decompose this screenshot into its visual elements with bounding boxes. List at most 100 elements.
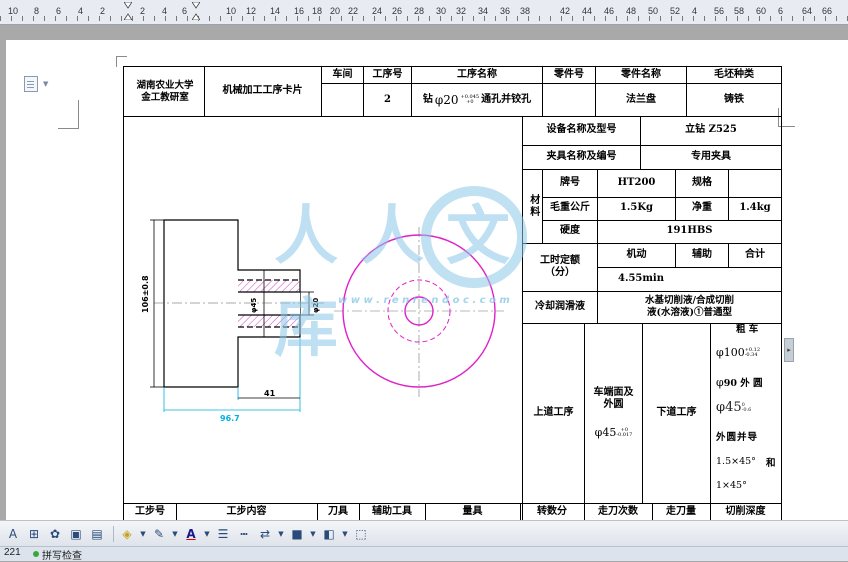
fill-color-icon[interactable]: ◈: [118, 525, 136, 543]
grid-line: [317, 503, 318, 520]
ruler-tick: [352, 16, 353, 21]
ruler-label: 14: [270, 6, 281, 16]
ruler-tick: [616, 16, 617, 21]
footer-header-cell: 走刀次数: [598, 505, 638, 517]
process-steps-header-row: 工步号 工步内容 刀具 辅助工具 量具 转数分 走刀次数 走刀量 切削深度: [124, 503, 781, 520]
ruler-label: 2: [140, 6, 146, 16]
shadow-icon[interactable]: ■: [288, 525, 306, 543]
fixture-label: 夹具名称及编号: [546, 150, 617, 162]
ruler-tick: [297, 16, 298, 21]
ruler-tick: [759, 16, 760, 21]
ruler-tick: [693, 16, 694, 21]
equipment-label: 设备名称及型号: [546, 124, 617, 136]
spell-check-icon[interactable]: [33, 551, 39, 557]
ruler-label: 26: [392, 6, 403, 16]
ruler-label: 24: [372, 6, 383, 16]
hardness-label: 硬度: [560, 225, 580, 237]
dash-style-icon[interactable]: ┅: [235, 525, 253, 543]
front-view: [334, 227, 504, 397]
ruler-tick: [473, 16, 474, 21]
op-no-value: 2: [384, 93, 391, 105]
ruler-tick: [77, 16, 78, 21]
drawing-toolbar: A ⊞ ✿ ▣ ▤ ◈ ▼ ✎ ▼ A ▼ ☰ ┅ ⇄ ▼ ■ ▼ ◧ ▼ ⬚: [0, 520, 848, 546]
grid-line: [425, 503, 426, 520]
grid-line: [584, 503, 585, 520]
header-op-no: 工序号: [372, 68, 403, 80]
time-aux-label: 辅助: [692, 248, 712, 260]
material-label: 材料: [527, 194, 539, 218]
ruler-label: 64: [802, 6, 813, 16]
ruler-tick: [506, 16, 507, 21]
ruler-tick: [539, 16, 540, 21]
dropdown-caret-icon[interactable]: ▼: [203, 525, 211, 543]
page-number[interactable]: 221: [4, 547, 21, 558]
ruler-label: 4: [78, 6, 84, 16]
footer-header-cell: 量具: [462, 505, 483, 517]
ruler-label: 44: [582, 6, 593, 16]
diagram-icon[interactable]: ⊞: [25, 525, 43, 543]
ruler-tick: [121, 16, 122, 21]
process-card: 湖南农业大学 金工教研室 机械加工工序卡片 车间 工序号 工序名称 零件号 零件…: [123, 66, 782, 520]
indent-marker-icon[interactable]: [123, 1, 133, 21]
horizontal-ruler[interactable]: 10 8 6 4 2 2 4 6 10 12 14 16 18 20 22 24 26 28 30 32 34 36 38 4…: [0, 0, 848, 25]
line-style-icon[interactable]: ☰: [214, 525, 232, 543]
workspace-gap: [0, 25, 848, 40]
wordart-icon[interactable]: A: [4, 525, 22, 543]
ruler-label: 4: [162, 6, 168, 16]
coolant-value: 水基切削液/合成切削 液(水溶液)①普通型: [645, 295, 734, 318]
document-page[interactable]: ▼ 湖南农业大学 金工教研室 机械加工工序卡片 车间 工序号 工序名称 零件号 …: [6, 40, 848, 520]
dropdown-caret-icon[interactable]: ▼: [277, 525, 285, 543]
arrow-style-icon[interactable]: ⇄: [256, 525, 274, 543]
clipart-icon[interactable]: ✿: [46, 525, 64, 543]
ruler-tick: [385, 16, 386, 21]
expand-arrow-icon[interactable]: ▸: [784, 338, 794, 362]
time-quota-label: 工时定额 （分）: [540, 254, 580, 279]
chevron-down-icon[interactable]: ▼: [43, 80, 48, 88]
ruler-label: 20: [330, 6, 341, 16]
op-name-value: 钻 φ 20 +0.045 +0 通孔并铰孔: [422, 92, 532, 107]
ruler-tick: [264, 16, 265, 21]
ruler-tick: [176, 16, 177, 21]
ruler-tick: [275, 16, 276, 21]
crop-mark-left: [58, 100, 79, 129]
ruler-tick: [220, 16, 221, 21]
ruler-tick: [671, 16, 672, 21]
ruler-label: 6: [56, 6, 62, 16]
ruler-tick: [748, 16, 749, 21]
tab-marker-icon[interactable]: [191, 1, 201, 21]
line-color-icon[interactable]: ✎: [150, 525, 168, 543]
document-icon[interactable]: [24, 76, 38, 92]
ruler-tick: [605, 16, 606, 21]
grid-line: [359, 503, 360, 520]
ruler-tick: [418, 16, 419, 21]
header-op-name: 工序名称: [457, 68, 497, 80]
ruler-tick: [803, 16, 804, 21]
ruler-tick: [374, 16, 375, 21]
3d-style-icon[interactable]: ◧: [320, 525, 338, 543]
ruler-tick: [792, 16, 793, 21]
time-machine-label: 机动: [626, 248, 647, 260]
dropdown-caret-icon[interactable]: ▼: [171, 525, 179, 543]
font-color-icon[interactable]: A: [182, 525, 200, 543]
grid-line: [176, 503, 177, 520]
ruler-tick: [165, 16, 166, 21]
time-machine-value: 4.55min: [618, 273, 665, 285]
insert-table-icon[interactable]: ▤: [88, 525, 106, 543]
dropdown-caret-icon[interactable]: ▼: [139, 525, 147, 543]
dropdown-caret-icon[interactable]: ▼: [341, 525, 349, 543]
ruler-label: 34: [478, 6, 489, 16]
ruler-tick: [484, 16, 485, 21]
blank-type-value: 铸铁: [724, 93, 744, 105]
header-part-no: 零件号: [554, 68, 584, 80]
header-workshop: 车间: [332, 68, 353, 80]
ruler-label: 38: [520, 6, 531, 16]
dropdown-caret-icon[interactable]: ▼: [309, 525, 317, 543]
footer-header-cell: 转数分: [537, 505, 567, 517]
ruler-label: 18: [312, 6, 323, 16]
next-operation-label: 下道工序: [656, 406, 697, 418]
picture-icon[interactable]: ▣: [67, 525, 85, 543]
ruler-tick: [594, 16, 595, 21]
dimension-hole: φ20: [312, 298, 320, 313]
select-objects-icon[interactable]: ⬚: [352, 525, 370, 543]
grid-line: [520, 503, 521, 520]
